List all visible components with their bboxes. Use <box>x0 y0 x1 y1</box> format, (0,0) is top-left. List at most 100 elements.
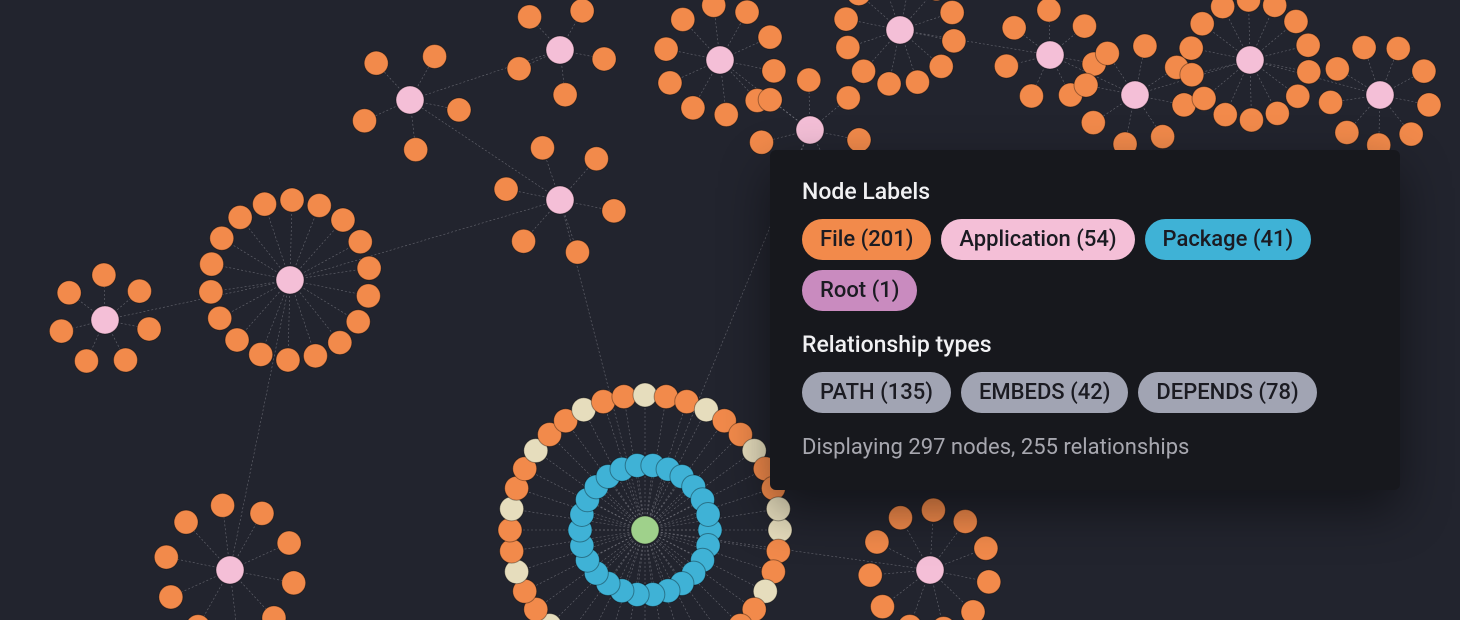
graph-node[interactable] <box>1366 81 1394 109</box>
graph-node[interactable] <box>916 556 944 584</box>
graph-node[interactable] <box>1286 84 1310 108</box>
graph-node[interactable] <box>1296 33 1320 57</box>
graph-node[interactable] <box>1352 36 1376 60</box>
graph-node[interactable] <box>546 186 574 214</box>
graph-node[interactable] <box>1036 41 1064 69</box>
graph-node[interactable] <box>225 328 249 352</box>
graph-node[interactable] <box>353 109 377 133</box>
graph-node[interactable] <box>762 59 786 83</box>
graph-node[interactable] <box>940 1 964 25</box>
graph-node[interactable] <box>512 229 536 253</box>
graph-node[interactable] <box>210 226 234 250</box>
graph-node[interactable] <box>282 571 306 595</box>
graph-node[interactable] <box>1319 90 1343 114</box>
graph-node[interactable] <box>211 493 235 517</box>
graph-node[interactable] <box>565 240 589 264</box>
graph-node[interactable] <box>977 570 1001 594</box>
graph-node[interactable] <box>500 497 524 521</box>
graph-node[interactable] <box>447 98 471 122</box>
graph-node[interactable] <box>1297 60 1321 84</box>
graph-node[interactable] <box>228 205 252 229</box>
graph-node[interactable] <box>681 96 705 120</box>
graph-node[interactable] <box>836 35 860 59</box>
graph-node[interactable] <box>423 44 447 68</box>
graph-node[interactable] <box>847 128 871 152</box>
graph-node[interactable] <box>929 54 953 78</box>
node-label-pill-package[interactable]: Package (41) <box>1145 219 1312 260</box>
graph-node[interactable] <box>262 606 286 620</box>
graph-node[interactable] <box>518 5 542 29</box>
graph-node[interactable] <box>49 319 73 343</box>
graph-node[interactable] <box>932 616 956 620</box>
graph-node[interactable] <box>1151 125 1175 149</box>
graph-node[interactable] <box>1263 0 1287 17</box>
graph-node[interactable] <box>114 348 138 372</box>
graph-node[interactable] <box>1081 111 1105 135</box>
graph-node[interactable] <box>797 68 821 92</box>
graph-node[interactable] <box>186 615 210 620</box>
graph-node[interactable] <box>1325 57 1349 81</box>
graph-node[interactable] <box>1284 9 1308 33</box>
graph-node[interactable] <box>357 256 381 280</box>
graph-node[interactable] <box>1133 34 1157 58</box>
node-label-pill-file[interactable]: File (201) <box>802 219 931 260</box>
graph-node[interactable] <box>1213 103 1237 127</box>
graph-node[interactable] <box>1211 0 1235 19</box>
graph-node[interactable] <box>584 147 608 171</box>
graph-node[interactable] <box>307 194 331 218</box>
graph-node[interactable] <box>1237 0 1261 12</box>
graph-node[interactable] <box>852 59 876 83</box>
node-label-pill-root[interactable]: Root (1) <box>802 270 917 311</box>
graph-node[interactable] <box>199 280 223 304</box>
graph-node[interactable] <box>208 306 232 330</box>
graph-node[interactable] <box>836 86 860 110</box>
graph-node[interactable] <box>1236 46 1264 74</box>
graph-node[interactable] <box>633 383 657 407</box>
graph-node[interactable] <box>631 516 659 544</box>
graph-node[interactable] <box>994 54 1018 78</box>
graph-node[interactable] <box>396 86 424 114</box>
graph-node[interactable] <box>1072 14 1096 38</box>
graph-node[interactable] <box>137 317 161 341</box>
graph-node[interactable] <box>696 502 720 526</box>
relationship-pill-path[interactable]: PATH (135) <box>802 372 951 413</box>
graph-node[interactable] <box>858 563 882 587</box>
graph-node[interactable] <box>1399 122 1423 146</box>
graph-node[interactable] <box>253 192 277 216</box>
graph-node[interactable] <box>592 47 616 71</box>
graph-node[interactable] <box>1180 63 1204 87</box>
graph-node[interactable] <box>768 518 792 542</box>
graph-node[interactable] <box>766 497 790 521</box>
graph-node[interactable] <box>591 390 615 414</box>
graph-node[interactable] <box>796 116 824 144</box>
graph-node[interactable] <box>865 530 889 554</box>
graph-node[interactable] <box>654 385 678 409</box>
graph-node[interactable] <box>127 279 151 303</box>
graph-node[interactable] <box>57 281 81 305</box>
graph-node[interactable] <box>346 310 370 334</box>
graph-node[interactable] <box>671 7 695 31</box>
graph-node[interactable] <box>249 342 273 366</box>
graph-node[interactable] <box>553 83 577 107</box>
graph-node[interactable] <box>331 208 355 232</box>
graph-node[interactable] <box>1192 87 1216 111</box>
graph-node[interactable] <box>91 306 119 334</box>
graph-node[interactable] <box>277 531 301 555</box>
graph-node[interactable] <box>834 7 858 31</box>
graph-node[interactable] <box>612 385 636 409</box>
graph-node[interactable] <box>758 88 782 112</box>
graph-node[interactable] <box>702 0 726 17</box>
graph-node[interactable] <box>500 539 524 563</box>
graph-node[interactable] <box>905 70 929 94</box>
graph-node[interactable] <box>961 600 985 620</box>
graph-node[interactable] <box>886 16 914 44</box>
graph-node[interactable] <box>735 0 759 24</box>
relationship-pill-depends[interactable]: DEPENDS (78) <box>1138 372 1316 413</box>
graph-node[interactable] <box>924 0 948 1</box>
graph-node[interactable] <box>159 585 183 609</box>
node-label-pill-application[interactable]: Application (54) <box>941 219 1134 260</box>
graph-node[interactable] <box>250 501 274 525</box>
graph-node[interactable] <box>889 506 913 530</box>
graph-node[interactable] <box>356 284 380 308</box>
graph-node[interactable] <box>1412 59 1436 83</box>
